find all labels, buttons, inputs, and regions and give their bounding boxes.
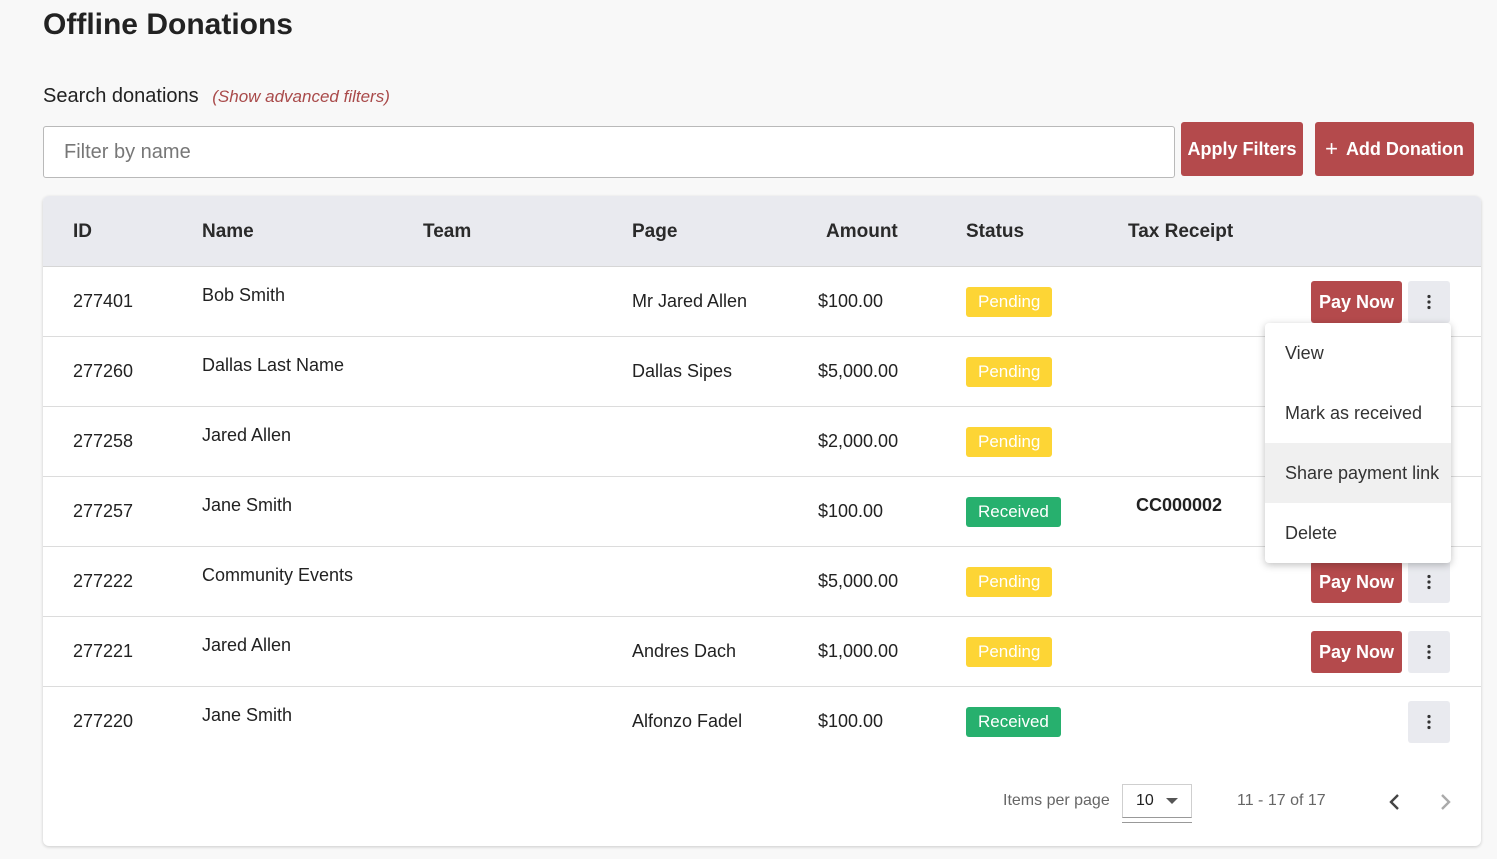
row-actions-button[interactable] [1408,701,1450,743]
cell-page: Dallas Sipes [632,361,733,381]
cell-name: Bob Smith [202,285,286,305]
cell-page: Mr Jared Allen [632,291,748,311]
table-row: 277221 Jared Allen Andres Dach $1,000.00 Pen… [43,617,1481,687]
header-status[interactable]: Status [966,221,1024,243]
cell-id: 277220 [73,711,134,731]
status-badge: Received [966,707,1061,737]
cell-id: 277257 [73,501,134,521]
items-per-page-value: 10 [1136,792,1154,809]
pagination-range: 11 - 17 of 17 [1237,792,1326,809]
caret-down-icon [1166,798,1178,804]
vertical-dots-icon [1427,644,1431,660]
header-amount[interactable]: Amount [826,221,898,243]
search-label: Search donations [43,85,199,107]
cell-page: Alfonzo Fadel [632,711,743,731]
header-id[interactable]: ID [73,221,92,243]
row-actions-menu: View Mark as received Share payment link… [1265,323,1451,563]
table-header: ID Name Team Page Amount Status Tax Rece… [43,196,1481,267]
chevron-right-icon[interactable] [1437,792,1453,817]
vertical-dots-icon [1427,294,1431,310]
header-team[interactable]: Team [423,221,471,243]
cell-name: Jane Smith [202,705,293,725]
add-donation-button[interactable]: + Add Donation [1315,122,1474,176]
cell-id: 277221 [73,641,134,661]
items-per-page-select[interactable]: 10 [1122,784,1192,818]
cell-amount: $5,000.00 [818,571,899,591]
plus-icon: + [1325,136,1338,161]
chevron-left-icon[interactable] [1387,792,1403,817]
status-badge: Received [966,497,1061,527]
cell-id: 277222 [73,571,134,591]
cell-id: 277260 [73,361,134,381]
search-input[interactable] [43,126,1175,178]
vertical-dots-icon [1427,574,1431,590]
table-row: 277220 Jane Smith Alfonzo Fadel $100.00 Rece… [43,687,1481,757]
page-title: Offline Donations [43,8,293,41]
cell-name: Jane Smith [202,495,293,515]
header-page[interactable]: Page [632,221,677,243]
add-donation-label: Add Donation [1345,138,1464,159]
menu-item-delete[interactable]: Delete [1265,503,1451,563]
status-badge: Pending [966,567,1053,597]
status-badge: Pending [966,287,1053,317]
cell-amount: $100.00 [818,711,884,731]
menu-item-mark-as-received[interactable]: Mark as received [1265,383,1451,443]
row-actions-button[interactable] [1408,631,1450,673]
pay-now-button[interactable]: Pay Now [1311,561,1402,603]
pay-now-button[interactable]: Pay Now [1311,631,1402,673]
pay-now-button[interactable]: Pay Now [1311,281,1402,323]
menu-item-share-payment-link[interactable]: Share payment link [1265,443,1451,503]
vertical-dots-icon [1427,714,1431,730]
cell-name: Community Events [202,565,354,585]
status-badge: Pending [966,427,1053,457]
cell-amount: $1,000.00 [818,641,899,661]
cell-name: Jared Allen [202,635,292,655]
cell-id: 277401 [73,291,134,311]
header-tax-receipt[interactable]: Tax Receipt [1128,221,1233,243]
menu-item-view[interactable]: View [1265,323,1451,383]
cell-name: Dallas Last Name [202,355,345,375]
cell-amount: $5,000.00 [818,361,899,381]
cell-amount: $100.00 [818,291,884,311]
status-badge: Pending [966,357,1053,387]
cell-amount: $100.00 [818,501,884,521]
cell-page: Andres Dach [632,641,737,661]
cell-tax-receipt[interactable]: CC000002 [1136,495,1222,516]
cell-name: Jared Allen [202,425,292,445]
search-label-row: Search donations (Show advanced filters) [43,85,390,108]
select-underline [1122,822,1192,823]
status-badge: Pending [966,637,1053,667]
apply-filters-button[interactable]: Apply Filters [1181,122,1303,176]
cell-amount: $2,000.00 [818,431,899,451]
items-per-page-label: Items per page [1003,792,1110,809]
row-actions-button[interactable] [1408,561,1450,603]
header-name[interactable]: Name [202,221,254,243]
apply-filters-label: Apply Filters [1187,138,1297,159]
show-advanced-filters-link[interactable]: (Show advanced filters) [212,87,390,106]
cell-id: 277258 [73,431,134,451]
row-actions-button[interactable] [1408,281,1450,323]
